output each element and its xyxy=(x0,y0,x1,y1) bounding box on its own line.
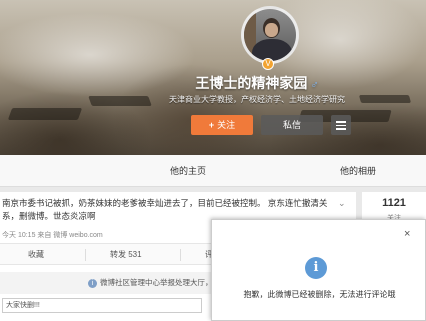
profile-tabbar: 他的主页 他的相册 xyxy=(0,155,426,187)
repost-button[interactable]: 转发 531 xyxy=(110,244,142,266)
tab-home[interactable]: 他的主页 xyxy=(170,155,206,187)
post-meta: 今天 10:15 来自 微博 weibo.com xyxy=(2,232,103,239)
more-menu-button[interactable] xyxy=(331,115,351,135)
profile-bio: 天津商业大学教授，产权经济学、土地经济学研究 xyxy=(169,95,345,104)
dialog-message: 抱歉，此微博已经被删除，无法进行评论哦 xyxy=(243,290,396,299)
plus-icon: + xyxy=(208,120,215,130)
male-icon: ♂ xyxy=(310,79,319,91)
tab-album[interactable]: 他的相册 xyxy=(340,155,376,187)
verified-badge-icon: V xyxy=(262,58,274,70)
favorite-button[interactable]: 收藏 xyxy=(28,244,44,266)
profile-avatar[interactable] xyxy=(241,6,299,64)
following-count: 1121 xyxy=(382,197,406,209)
divider xyxy=(85,249,86,261)
post-text-line: 南京市委书记被抓，奶茶妹妹的老爹被幸灿进去了，目前已经被控制。 京东连忙撤清关 xyxy=(2,198,328,208)
profile-name: 王博士的精神家园 ♂ xyxy=(0,73,426,93)
chevron-down-icon[interactable]: ⌄ xyxy=(338,198,348,208)
notice-text: 微博社区管理中心举报处理大厅， xyxy=(100,278,213,287)
follow-button[interactable]: + 关注 xyxy=(191,115,253,135)
menu-icon xyxy=(336,121,346,123)
message-button[interactable]: 私信 xyxy=(261,115,323,135)
error-dialog: × i 抱歉，此微博已经被删除，无法进行评论哦 xyxy=(211,219,426,321)
profile-banner: V 王博士的精神家园 ♂ 天津商业大学教授，产权经济学、土地经济学研究 + 关注 私… xyxy=(0,0,426,155)
divider xyxy=(180,249,181,261)
follow-label: 关注 xyxy=(217,120,236,130)
info-icon: i xyxy=(88,279,97,288)
close-icon[interactable]: × xyxy=(404,228,410,240)
comment-input[interactable]: 大家快删!!! xyxy=(2,298,202,313)
profile-name-text: 王博士的精神家园 xyxy=(195,75,308,91)
info-icon: i xyxy=(305,257,327,279)
banner-roof-decoration xyxy=(7,108,83,120)
